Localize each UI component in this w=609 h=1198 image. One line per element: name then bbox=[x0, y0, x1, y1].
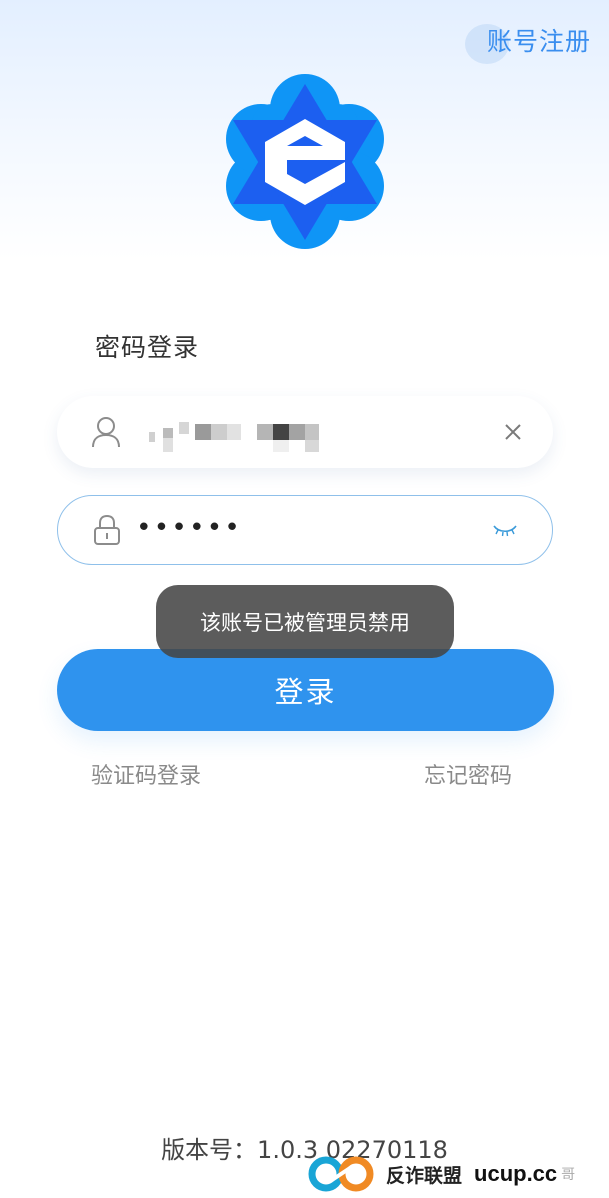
password-value: •••••• bbox=[136, 513, 242, 543]
login-type-title: 密码登录 bbox=[95, 333, 200, 362]
clear-icon[interactable] bbox=[503, 422, 523, 442]
forgot-password-link[interactable]: 忘记密码 bbox=[424, 758, 512, 790]
register-button[interactable]: 账号注册 bbox=[464, 22, 591, 64]
lock-icon bbox=[94, 514, 120, 545]
watermark: 反诈联盟 ucup.cc 哥 bbox=[308, 1152, 603, 1196]
watermark-text: 反诈联盟 bbox=[382, 1160, 467, 1188]
sms-login-link[interactable]: 验证码登录 bbox=[91, 758, 201, 790]
user-icon bbox=[92, 417, 120, 448]
watermark-extra: 哥 bbox=[561, 1167, 576, 1183]
error-toast: 该账号已被管理员禁用 bbox=[156, 585, 454, 658]
watermark-domain: ucup.cc bbox=[474, 1161, 558, 1186]
app-logo bbox=[226, 74, 384, 249]
watermark-logo-icon bbox=[308, 1156, 374, 1192]
username-field[interactable] bbox=[57, 396, 553, 468]
password-field[interactable]: •••••• bbox=[57, 495, 553, 565]
redacted-username-mosaic bbox=[149, 422, 319, 452]
eye-closed-icon[interactable] bbox=[493, 523, 517, 537]
login-button[interactable]: 登录 bbox=[57, 649, 554, 731]
